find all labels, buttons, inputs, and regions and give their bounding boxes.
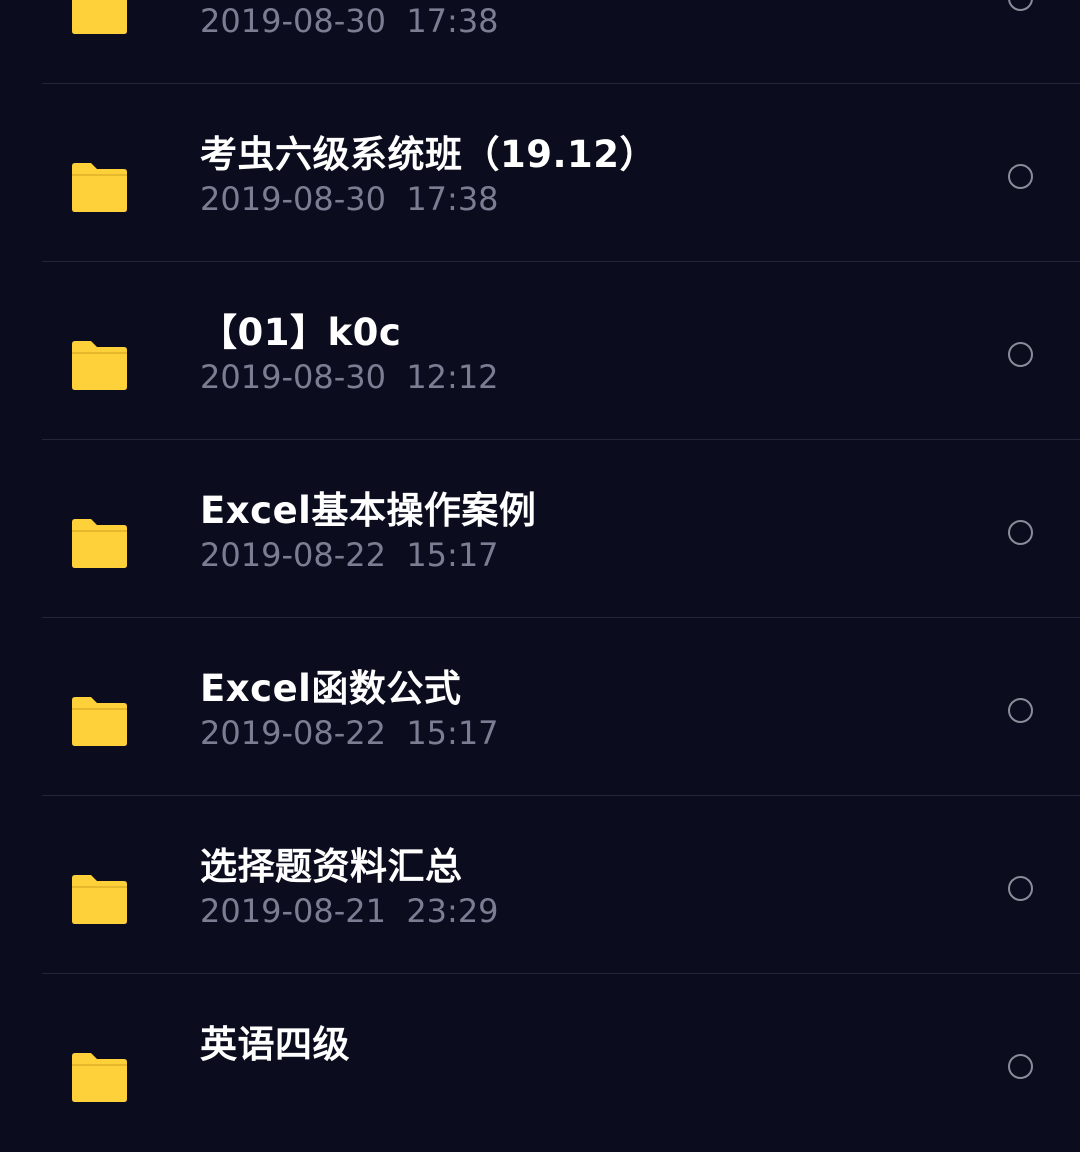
- file-timestamp: 2019-08-30 17:38: [200, 180, 499, 218]
- file-name: Excel函数公式: [200, 667, 462, 710]
- file-time: 15:17: [406, 536, 499, 574]
- file-timestamp: 2019-08-21 23:29: [200, 892, 499, 930]
- file-row[interactable]: Excel函数公式 2019-08-22 15:17: [0, 618, 1080, 796]
- file-row[interactable]: 【01】k0c 2019-08-30 12:12: [0, 262, 1080, 440]
- select-radio[interactable]: [1008, 520, 1033, 545]
- folder-icon: [69, 874, 129, 924]
- select-radio[interactable]: [1008, 0, 1033, 11]
- select-radio[interactable]: [1008, 342, 1033, 367]
- file-date: 2019-08-22: [200, 714, 386, 752]
- file-date: 2019-08-21: [200, 892, 386, 930]
- file-row[interactable]: 2019-08-30 17:38: [0, 0, 1080, 84]
- folder-icon: [69, 1052, 129, 1102]
- file-timestamp: 2019-08-22 15:17: [200, 714, 499, 752]
- file-row[interactable]: 选择题资料汇总 2019-08-21 23:29: [0, 796, 1080, 974]
- file-time: 17:38: [406, 180, 499, 218]
- file-list: 2019-08-30 17:38 考虫六级系统班（19.12） 2019-08-…: [0, 0, 1080, 1152]
- file-time: 17:38: [406, 2, 499, 40]
- folder-icon: [69, 518, 129, 568]
- file-name: 英语四级: [200, 1023, 350, 1066]
- select-radio[interactable]: [1008, 1054, 1033, 1079]
- file-timestamp: [200, 1070, 220, 1108]
- folder-icon: [69, 340, 129, 390]
- file-name: 考虫六级系统班（19.12）: [200, 133, 658, 176]
- file-time: 23:29: [406, 892, 499, 930]
- select-radio[interactable]: [1008, 164, 1033, 189]
- folder-icon: [69, 162, 129, 212]
- file-date: 2019-08-30: [200, 2, 386, 40]
- select-radio[interactable]: [1008, 876, 1033, 901]
- file-timestamp: 2019-08-30 12:12: [200, 358, 499, 396]
- file-row[interactable]: 英语四级: [0, 974, 1080, 1152]
- file-timestamp: 2019-08-22 15:17: [200, 536, 499, 574]
- file-row[interactable]: 考虫六级系统班（19.12） 2019-08-30 17:38: [0, 84, 1080, 262]
- file-date: 2019-08-30: [200, 358, 386, 396]
- file-date: 2019-08-30: [200, 180, 386, 218]
- file-row[interactable]: Excel基本操作案例 2019-08-22 15:17: [0, 440, 1080, 618]
- file-name: 选择题资料汇总: [200, 845, 463, 888]
- file-time: 15:17: [406, 714, 499, 752]
- file-date: 2019-08-22: [200, 536, 386, 574]
- file-timestamp: 2019-08-30 17:38: [200, 2, 499, 40]
- file-time: 12:12: [406, 358, 499, 396]
- file-name: 【01】k0c: [200, 311, 402, 354]
- file-name: Excel基本操作案例: [200, 489, 537, 532]
- folder-icon: [69, 0, 129, 34]
- select-radio[interactable]: [1008, 698, 1033, 723]
- folder-icon: [69, 696, 129, 746]
